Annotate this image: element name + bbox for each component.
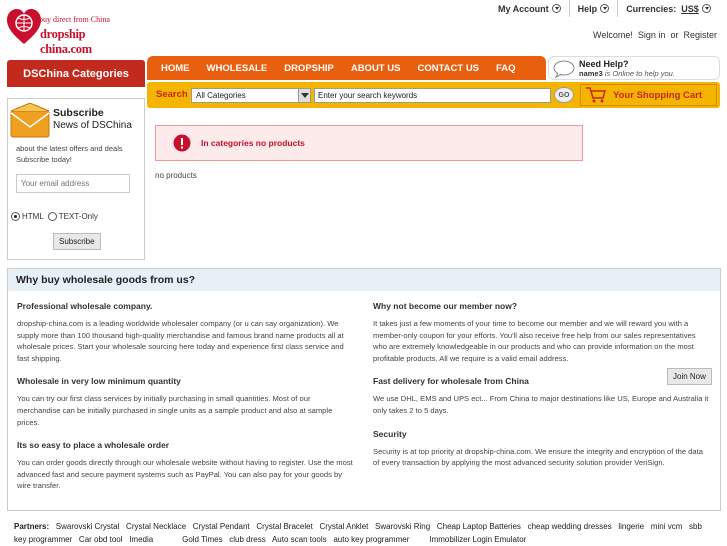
no-products-note: no products [155, 171, 197, 180]
help-label: Help [577, 3, 598, 14]
partner-link[interactable]: Gold Times [182, 535, 222, 544]
why-heading: Security [373, 428, 407, 439]
partner-link[interactable]: Crystal Bracelet [256, 522, 312, 531]
partner-link[interactable]: Crystal Anklet [319, 522, 368, 531]
why-paragraph: You can order goods directly through our… [17, 458, 353, 491]
partner-link[interactable]: Swarovski Crystal [56, 522, 120, 531]
partner-link[interactable]: Crystal Necklace [126, 522, 186, 531]
error-icon [173, 134, 191, 152]
join-now-button[interactable]: Join Now [667, 368, 712, 385]
partner-link[interactable]: auto key programmer [333, 535, 409, 544]
welcome-links: Welcome! Sign in or Register [593, 30, 717, 40]
alert-box: In categories no products [155, 125, 583, 161]
why-heading: Its so easy to place a wholesale order [17, 440, 170, 451]
categories-title: DSChina Categories [23, 67, 129, 80]
shopping-cart-button[interactable]: Your Shopping Cart [580, 84, 717, 106]
nav-about-us[interactable]: ABOUT US [351, 63, 401, 74]
help-menu[interactable]: Help [568, 0, 618, 17]
partner-link[interactable]: club dress [229, 535, 265, 544]
help-title: Need Help? [579, 59, 629, 69]
categories-header[interactable]: DSChina Categories [7, 60, 145, 87]
why-buy-title: Why buy wholesale goods from us? [8, 269, 720, 291]
top-bar: My Account Help Currencies: US$ [490, 0, 719, 17]
category-select-value: All Categories [196, 91, 246, 100]
nav-dropship[interactable]: DROPSHIP [284, 63, 334, 74]
or-text: or [670, 30, 679, 40]
my-account-menu[interactable]: My Account [490, 0, 569, 17]
help-box[interactable]: Need Help? name3 is Online to help you. [548, 56, 720, 80]
partners-bar: Partners: Swarovski Crystal Crystal Neck… [14, 520, 714, 546]
chat-bubble-icon [553, 60, 575, 78]
email-input[interactable] [16, 174, 130, 193]
heart-globe-icon [7, 9, 41, 44]
text-only-radio[interactable] [47, 212, 57, 221]
html-radio-label: HTML [22, 212, 44, 221]
search-input[interactable] [314, 88, 551, 103]
site-logo[interactable]: buy direct from China dropship china.com [6, 8, 136, 56]
help-agent: name3 [579, 69, 603, 78]
alert-message: In categories no products [201, 138, 305, 148]
select-arrow-icon [298, 89, 310, 102]
currency-menu[interactable]: Currencies: US$ [617, 0, 719, 17]
go-button[interactable]: GO [554, 87, 574, 103]
chevron-down-icon [551, 4, 561, 13]
sign-in-link[interactable]: Sign in [638, 30, 666, 40]
category-select[interactable]: All Categories [191, 88, 311, 103]
why-heading: Fast delivery for wholesale from China [373, 376, 529, 387]
why-paragraph: Security is at top priority at dropship-… [373, 446, 703, 468]
my-account-label: My Account [498, 3, 549, 14]
register-link[interactable]: Register [683, 30, 717, 40]
text-only-radio-label: TEXT-Only [58, 212, 98, 221]
subscribe-button[interactable]: Subscribe [53, 233, 101, 250]
main-nav: HOME WHOLESALE DROPSHIP ABOUT US CONTACT… [147, 56, 546, 80]
chevron-down-icon [701, 4, 711, 13]
partner-link[interactable]: Car obd tool [79, 535, 123, 544]
partner-link[interactable]: Cheap Laptop Batteries [437, 522, 521, 531]
partner-link[interactable]: cheap wedding dresses [528, 522, 612, 531]
currency-value[interactable]: US$ [681, 4, 699, 14]
newsletter-desc: about the latest offers and deals Subscr… [16, 144, 123, 164]
nav-wholesale[interactable]: WHOLESALE [207, 63, 268, 74]
currencies-label: Currencies: [626, 3, 677, 14]
cart-label: Your Shopping Cart [613, 89, 703, 101]
partner-link[interactable]: Swarovski Ring [375, 522, 430, 531]
why-right-column: Why not become our member now? It takes … [373, 301, 711, 481]
partner-link[interactable]: Auto scan tools [272, 535, 327, 544]
why-left-column: Professional wholesale company. dropship… [17, 301, 355, 504]
envelope-icon [10, 103, 50, 138]
welcome-text: Welcome! [593, 30, 633, 40]
why-heading: Professional wholesale company. [17, 301, 153, 311]
search-bar: Search All Categories GO Your Shopping C… [147, 82, 720, 108]
partner-link[interactable]: mini vcm [651, 522, 683, 531]
partner-link[interactable]: lingerie [618, 522, 644, 531]
partner-link[interactable]: Imedia [129, 535, 153, 544]
partners-label: Partners: [14, 522, 50, 531]
shopping-cart-icon [586, 87, 606, 103]
why-buy-section: Why buy wholesale goods from us? Profess… [7, 268, 721, 511]
nav-faq[interactable]: FAQ [496, 63, 516, 74]
help-status: is Online to help you. [604, 69, 675, 78]
partner-link[interactable]: Immobilizer Login Emulator [429, 535, 526, 544]
newsletter-title: Subscribe [53, 107, 104, 119]
why-paragraph: dropship-china.com is a leading worldwid… [17, 319, 344, 363]
why-heading: Why not become our member now? [373, 301, 518, 311]
logo-tagline: buy direct from China [39, 15, 110, 24]
partner-link[interactable]: Crystal Pendant [193, 522, 250, 531]
newsletter-box: Subscribe News of DSChina about the late… [7, 98, 145, 260]
search-label: Search [156, 89, 188, 100]
why-paragraph: You can try our first class services by … [17, 394, 333, 427]
why-paragraph: It takes just a few moments of your time… [373, 319, 696, 363]
nav-contact-us[interactable]: CONTACT US [417, 63, 479, 74]
why-paragraph: We use DHL, EMS and UPS ect... From Chin… [373, 394, 709, 415]
newsletter-subtitle: News of DSChina [53, 120, 132, 131]
chevron-down-icon [600, 4, 610, 13]
why-heading: Wholesale in very low minimum quantity [17, 376, 181, 387]
nav-home[interactable]: HOME [161, 63, 190, 74]
html-radio[interactable] [11, 212, 20, 221]
logo-name: dropship china.com [40, 27, 92, 56]
